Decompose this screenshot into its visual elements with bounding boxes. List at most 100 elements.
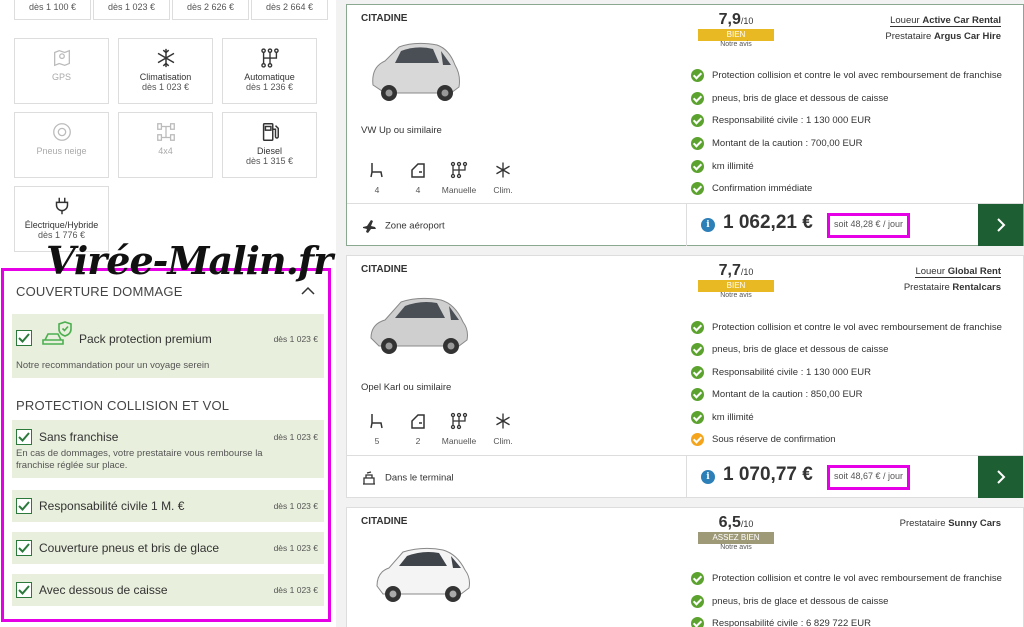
filter-gps[interactable]: GPS [14, 38, 109, 104]
inclusion-text: Montant de la caution : 700,00 EUR [712, 138, 863, 150]
filter-price: dès 1 236 € [245, 82, 294, 92]
feature-value: Clim. [493, 436, 513, 446]
score-value: 7,9 [718, 11, 741, 28]
inclusion-item: Montant de la caution : 850,00 EUR [691, 388, 863, 401]
filter-label: Pneus neige [36, 146, 87, 156]
filter-pneus-neige[interactable]: Pneus neige [14, 112, 109, 178]
inclusion-text: Protection collision et contre le vol av… [712, 322, 1002, 334]
door-icon [411, 163, 425, 178]
price-box: i 1 070,77 € soit 48,67 € / jour [686, 456, 978, 498]
pickup-location: Zone aéroport [361, 218, 445, 234]
total-price: 1 070,77 € [723, 464, 813, 485]
filter-price-tile[interactable]: dès 1 023 € [93, 0, 170, 20]
feature-value: 4 [374, 185, 380, 195]
rating-score: 7,9/10 BIEN Notre avis [696, 11, 776, 53]
gearbox-icon [450, 412, 468, 430]
chevron-right-icon [997, 218, 1006, 232]
car-category: CITADINE [361, 13, 408, 24]
price-box: i 1 062,21 € soit 48,28 € / jour [686, 204, 978, 246]
inclusion-item: pneus, bris de glace et dessous de caiss… [691, 343, 888, 356]
info-icon[interactable]: i [701, 470, 715, 484]
price-per-day: soit 48,28 € / jour [827, 213, 911, 238]
inclusion-item: Protection collision et contre le vol av… [691, 572, 1002, 585]
pickup-location: Dans le terminal [361, 470, 454, 486]
feature-gearbox: Manuelle [441, 412, 477, 446]
feature-value: 2 [415, 436, 421, 446]
loueur-name: Global Rent [947, 266, 1001, 277]
feature-value: Manuelle [441, 185, 477, 195]
filter-price: dès 1 100 € [28, 2, 77, 12]
car-offer-card[interactable]: CITADINE 6,5/10 ASSEZ BIEN Notre avis Pr… [346, 507, 1024, 627]
inclusion-item: Responsabilité civile : 6 829 722 EUR [691, 617, 871, 627]
check-circle-icon [691, 114, 704, 127]
inclusion-text: Confirmation immédiate [712, 183, 813, 195]
inclusion-text: Montant de la caution : 850,00 EUR [712, 389, 863, 401]
prestataire-name: Argus Car Hire [933, 31, 1001, 42]
location-text: Dans le terminal [385, 472, 454, 484]
results-page: dès 1 100 € dès 1 023 € dès 2 626 € dès … [0, 0, 1024, 627]
select-offer-button[interactable] [978, 204, 1023, 246]
score-max: /10 [740, 16, 754, 26]
price-per-day: soit 48,67 € / jour [827, 465, 911, 490]
inclusion-item: km illimité [691, 411, 754, 424]
inclusion-item: km illimité [691, 160, 754, 173]
prestataire-label: Prestataire [903, 282, 950, 293]
feature-gearbox: Manuelle [441, 161, 477, 195]
filter-price-tile[interactable]: dès 2 626 € [172, 0, 249, 20]
seat-icon [370, 163, 383, 178]
filter-diesel[interactable]: Diesel dès 1 315 € [222, 112, 317, 178]
filter-automatique[interactable]: Automatique dès 1 236 € [222, 38, 317, 104]
car-offer-card[interactable]: CITADINE Opel Karl ou similaire 5 2 Manu… [346, 255, 1024, 498]
filter-sidebar: dès 1 100 € dès 1 023 € dès 2 626 € dès … [0, 0, 336, 627]
select-offer-button[interactable] [978, 456, 1023, 498]
prestataire-name: Sunny Cars [948, 518, 1001, 529]
loueur-label: Loueur [915, 266, 946, 277]
prestataire-label: Prestataire [885, 31, 932, 42]
supplier-info: Loueur Active Car Rental Prestataire Arg… [885, 13, 1001, 45]
snow-tire-icon [52, 123, 71, 141]
car-model: Opel Karl ou similaire [361, 382, 452, 393]
inclusion-item: Protection collision et contre le vol av… [691, 321, 1002, 334]
feature-value: Clim. [493, 185, 513, 195]
filter-climatisation[interactable]: Climatisation dès 1 023 € [118, 38, 213, 104]
fuel-pump-icon [262, 123, 279, 141]
inclusion-text: km illimité [712, 412, 754, 424]
inclusion-item: Protection collision et contre le vol av… [691, 69, 1002, 82]
check-circle-icon [691, 321, 704, 334]
snowflake-icon [496, 162, 510, 178]
rating-badge: BIEN [698, 29, 774, 41]
feature-value: 4 [415, 185, 421, 195]
info-icon[interactable]: i [701, 218, 715, 232]
rating-score: 6,5/10 ASSEZ BIEN Notre avis [696, 514, 776, 556]
filter-4x4[interactable]: 4x4 [118, 112, 213, 178]
score-value: 7,7 [718, 262, 741, 279]
feature-doors: 4 [400, 161, 436, 195]
check-circle-icon [691, 388, 704, 401]
check-circle-icon [691, 343, 704, 356]
inclusion-text: Responsabilité civile : 6 829 722 EUR [712, 618, 871, 627]
feature-clim: Clim. [485, 161, 521, 195]
warning-circle-icon [691, 433, 704, 446]
check-circle-icon [691, 411, 704, 424]
inclusion-text: pneus, bris de glace et dessous de caiss… [712, 344, 889, 356]
four-by-four-icon [156, 123, 175, 141]
feature-seats: 5 [359, 412, 395, 446]
inclusion-item: Sous réserve de confirmation [691, 433, 836, 446]
filter-price-tile[interactable]: dès 1 100 € [14, 0, 91, 20]
rating-caption: Notre avis [720, 292, 752, 299]
filter-price: dès 1 023 € [107, 2, 156, 12]
filter-label: Climatisation [139, 72, 192, 82]
check-circle-icon [691, 617, 704, 627]
inclusion-item: Responsabilité civile : 1 130 000 EUR [691, 366, 871, 379]
car-model: VW Up ou similaire [361, 125, 442, 136]
location-text: Zone aéroport [385, 220, 445, 232]
inclusion-item: pneus, bris de glace et dessous de caiss… [691, 92, 888, 105]
inclusion-item: Responsabilité civile : 1 130 000 EUR [691, 114, 871, 127]
gps-icon [53, 49, 70, 67]
seat-icon [370, 414, 383, 429]
car-offer-card[interactable]: CITADINE VW Up ou similaire 4 4 Manuelle… [346, 4, 1024, 246]
inclusion-text: pneus, bris de glace et dessous de caiss… [712, 93, 889, 105]
filter-price-tile[interactable]: dès 2 664 € [251, 0, 328, 20]
filter-price: dès 1 315 € [245, 156, 294, 166]
inclusion-text: Responsabilité civile : 1 130 000 EUR [712, 115, 871, 127]
